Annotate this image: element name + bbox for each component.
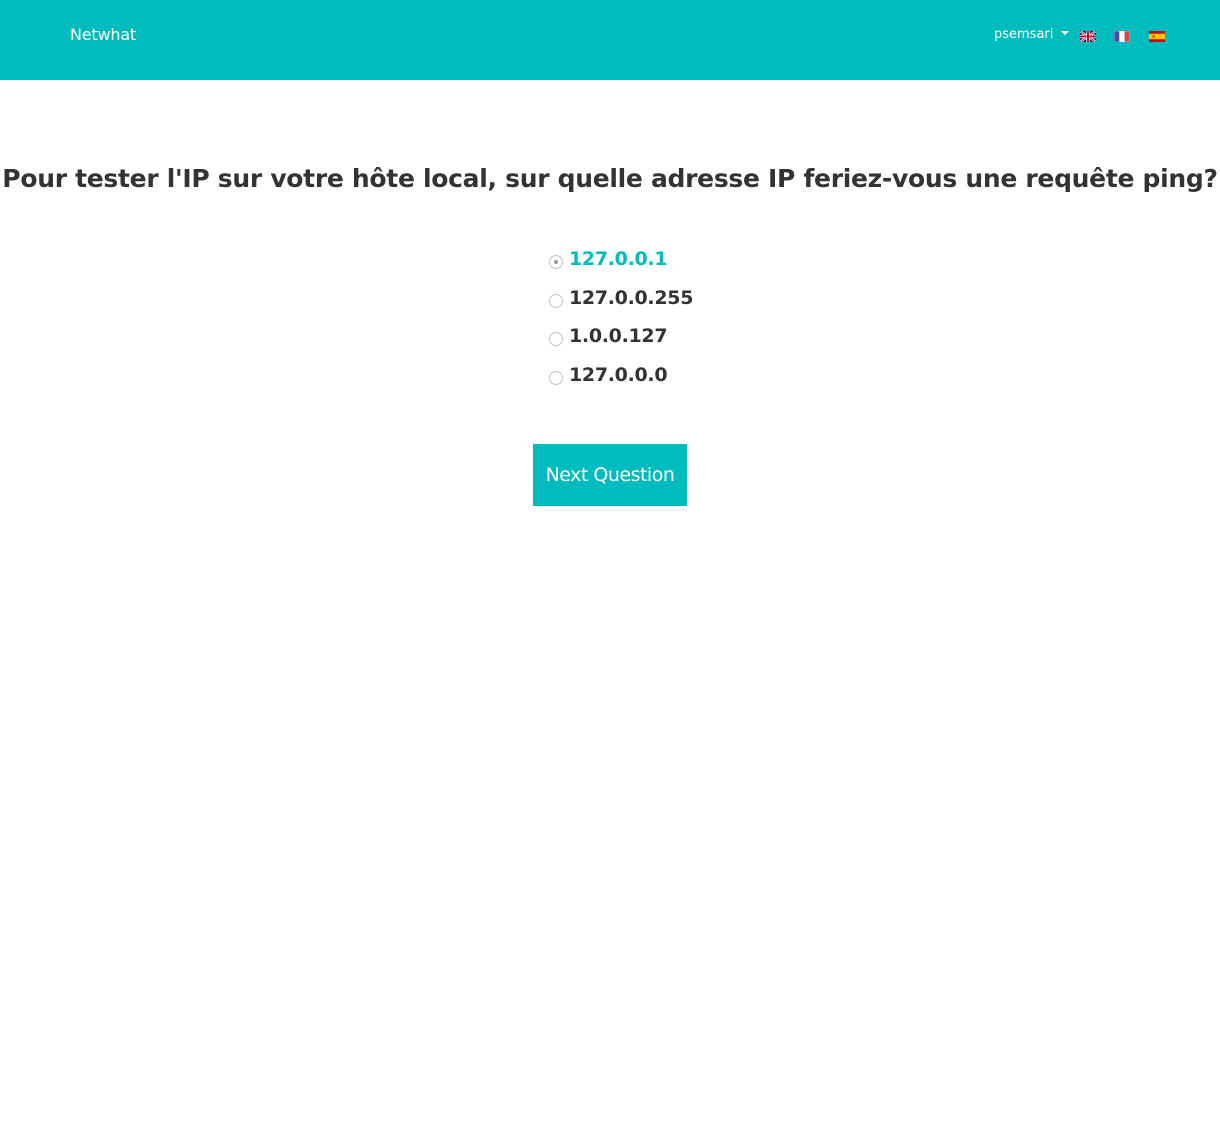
answer-option[interactable]: 127.0.0.1 xyxy=(549,240,693,279)
user-dropdown-toggle[interactable]: psemsari xyxy=(994,27,1070,42)
answer-label: 127.0.0.0 xyxy=(569,363,668,386)
radio-button[interactable] xyxy=(549,293,563,308)
question-text: Pour tester l'IP sur votre hôte local, s… xyxy=(2,164,1218,193)
answer-option[interactable]: 127.0.0.0 xyxy=(549,356,693,395)
answer-label: 127.0.0.255 xyxy=(569,286,694,309)
next-question-button[interactable]: Next Question xyxy=(533,444,687,506)
username-label: psemsari xyxy=(994,27,1054,42)
answer-label: 127.0.0.1 xyxy=(569,248,668,271)
answer-option[interactable]: 1.0.0.127 xyxy=(549,317,693,356)
spain-flag-icon[interactable] xyxy=(1149,31,1165,42)
navbar: Netwhat psemsari xyxy=(0,0,1220,80)
radio-button[interactable] xyxy=(549,332,563,347)
france-flag-icon[interactable] xyxy=(1114,31,1130,42)
radio-button[interactable] xyxy=(549,255,563,270)
radio-button[interactable] xyxy=(549,370,563,385)
uk-flag-icon[interactable] xyxy=(1080,31,1096,42)
brand-link[interactable]: Netwhat xyxy=(70,25,136,44)
answer-option[interactable]: 127.0.0.255 xyxy=(549,279,693,318)
answer-list: 127.0.0.1 127.0.0.255 1.0.0.127 127.0.0.… xyxy=(549,240,693,394)
caret-down-icon xyxy=(1061,30,1070,35)
answer-label: 1.0.0.127 xyxy=(569,325,668,348)
